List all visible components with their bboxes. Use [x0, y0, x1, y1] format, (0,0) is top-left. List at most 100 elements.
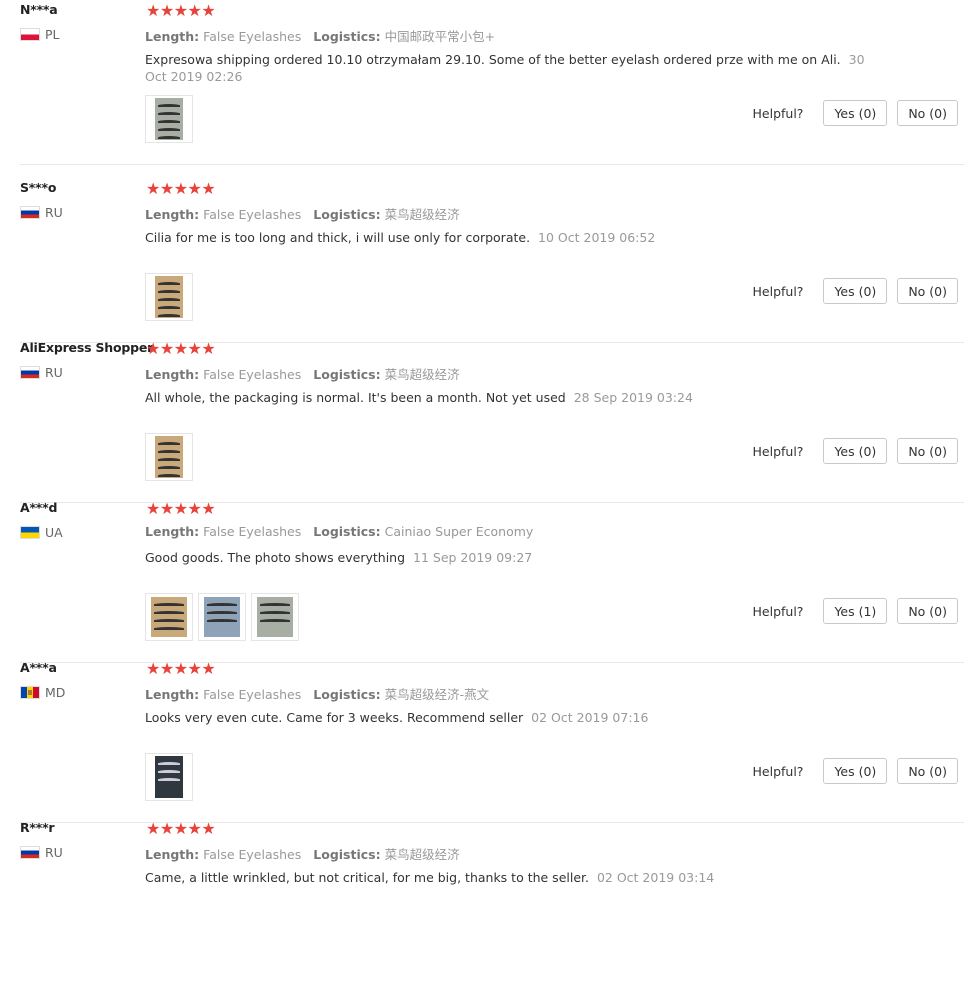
star-icon: ★: [159, 339, 174, 358]
length-label: Length:: [145, 847, 200, 862]
review-text-block: Looks very even cute. Came for 3 weeks. …: [145, 709, 865, 726]
star-icon: ★: [201, 659, 216, 678]
length-value: False Eyelashes: [203, 29, 302, 44]
review-photos: [145, 753, 193, 801]
product-attributes: Length: False Eyelashes Logistics: Cainia…: [145, 524, 533, 539]
reviewer-country: RU: [20, 365, 63, 380]
helpful-vote: Helpful? Yes (1) No (0): [753, 598, 958, 624]
helpful-yes-button[interactable]: Yes (0): [823, 100, 888, 126]
star-icon: ★: [146, 1, 160, 20]
reviewer-name: A***d: [20, 500, 58, 515]
logistics-value: 菜鸟超级经济: [384, 207, 460, 222]
review-item: A***d UA ★★★★★ Length: False Eyelashes Logis…: [0, 499, 972, 663]
review-photo[interactable]: [251, 593, 299, 641]
star-icon: ★: [159, 1, 174, 20]
review-text-block: Good goods. The photo shows everything 1…: [145, 549, 865, 566]
helpful-no-button[interactable]: No (0): [897, 598, 958, 624]
review-photos: [145, 593, 299, 641]
review-photo[interactable]: [145, 273, 193, 321]
review-item: AliExpress Shopper RU ★★★★★ Length: False E…: [0, 339, 972, 503]
eyelash-photo-image: [151, 597, 187, 637]
review-photo[interactable]: [145, 593, 193, 641]
country-flag-icon: [20, 206, 40, 219]
star-rating: ★★★★★: [146, 659, 216, 678]
helpful-label: Helpful?: [752, 105, 804, 121]
star-icon: ★: [146, 499, 160, 518]
review-item: S***o RU ★★★★★ Length: False Eyelashes Logis…: [0, 179, 972, 343]
review-photo[interactable]: [145, 433, 193, 481]
reviewer-name: A***a: [20, 660, 57, 675]
helpful-yes-button[interactable]: Yes (1): [823, 598, 888, 624]
reviewer-country: RU: [20, 845, 63, 860]
review-date: 11 Sep 2019 09:27: [413, 550, 533, 565]
star-icon: ★: [159, 179, 174, 198]
helpful-vote: Helpful? Yes (0) No (0): [753, 438, 958, 464]
star-icon: ★: [173, 499, 188, 518]
review-photo[interactable]: [198, 593, 246, 641]
country-code: RU: [45, 845, 63, 860]
star-rating: ★★★★★: [146, 819, 216, 838]
helpful-no-button[interactable]: No (0): [897, 438, 958, 464]
review-text-block: Cilia for me is too long and thick, i wi…: [145, 229, 865, 246]
reviewer-name: S***o: [20, 180, 57, 195]
review-photo[interactable]: [145, 95, 193, 143]
star-icon: ★: [173, 339, 188, 358]
country-flag-icon: [20, 686, 40, 699]
length-label: Length:: [145, 29, 200, 44]
star-rating: ★★★★★: [146, 179, 216, 198]
helpful-no-button[interactable]: No (0): [897, 100, 958, 126]
length-value: False Eyelashes: [203, 207, 302, 222]
star-icon: ★: [146, 339, 160, 358]
country-flag-icon: [20, 28, 40, 41]
helpful-label: Helpful?: [752, 283, 804, 299]
star-icon: ★: [159, 659, 174, 678]
helpful-label: Helpful?: [752, 603, 804, 619]
length-value: False Eyelashes: [203, 367, 302, 382]
country-flag-icon: [20, 526, 40, 539]
review-text-block: Expresowa shipping ordered 10.10 otrzyma…: [145, 51, 865, 85]
helpful-yes-button[interactable]: Yes (0): [823, 438, 888, 464]
review-text-block: Came, a little wrinkled, but not critica…: [145, 869, 865, 886]
product-attributes: Length: False Eyelashes Logistics: 菜鸟超级经济: [145, 204, 460, 223]
logistics-label: Logistics:: [313, 29, 381, 44]
star-icon: ★: [201, 1, 216, 20]
logistics-value: Cainiao Super Economy: [384, 524, 534, 539]
star-rating: ★★★★★: [146, 499, 216, 518]
helpful-vote: Helpful? Yes (0) No (0): [753, 758, 958, 784]
helpful-yes-button[interactable]: Yes (0): [823, 758, 888, 784]
review-photos: [145, 95, 193, 143]
review-photos: [145, 433, 193, 481]
logistics-value: 菜鸟超级经济-燕文: [384, 687, 490, 702]
helpful-no-button[interactable]: No (0): [897, 758, 958, 784]
star-rating: ★★★★★: [146, 1, 216, 20]
review-text: Cilia for me is too long and thick, i wi…: [145, 230, 531, 245]
star-icon: ★: [159, 819, 174, 838]
reviewer-country: MD: [20, 685, 65, 700]
product-attributes: Length: False Eyelashes Logistics: 菜鸟超级经济: [145, 844, 460, 863]
country-code: MD: [45, 685, 66, 700]
star-icon: ★: [159, 499, 174, 518]
eyelash-photo-image: [257, 597, 293, 637]
reviewer-country: RU: [20, 205, 63, 220]
country-code: UA: [45, 525, 63, 540]
helpful-yes-button[interactable]: Yes (0): [823, 278, 888, 304]
product-attributes: Length: False Eyelashes Logistics: 菜鸟超级经济…: [145, 684, 489, 703]
reviewer-country: PL: [20, 27, 60, 42]
review-item: A***a MD ★★★★★ Length: False Eyelashes Logis…: [0, 659, 972, 823]
helpful-vote: Helpful? Yes (0) No (0): [753, 100, 958, 126]
logistics-value: 菜鸟超级经济: [384, 847, 460, 862]
reviewer-name: AliExpress Shopper: [20, 340, 154, 355]
review-photo[interactable]: [145, 753, 193, 801]
length-label: Length:: [145, 367, 200, 382]
review-text: Expresowa shipping ordered 10.10 otrzyma…: [145, 52, 841, 67]
length-value: False Eyelashes: [203, 687, 302, 702]
country-code: PL: [45, 27, 60, 42]
review-text: Looks very even cute. Came for 3 weeks. …: [145, 710, 524, 725]
star-icon: ★: [146, 659, 160, 678]
star-icon: ★: [201, 499, 216, 518]
review-date: 02 Oct 2019 07:16: [531, 710, 649, 725]
review-text: Came, a little wrinkled, but not critica…: [145, 870, 589, 885]
star-rating: ★★★★★: [146, 339, 216, 358]
helpful-label: Helpful?: [752, 763, 804, 779]
helpful-no-button[interactable]: No (0): [897, 278, 958, 304]
